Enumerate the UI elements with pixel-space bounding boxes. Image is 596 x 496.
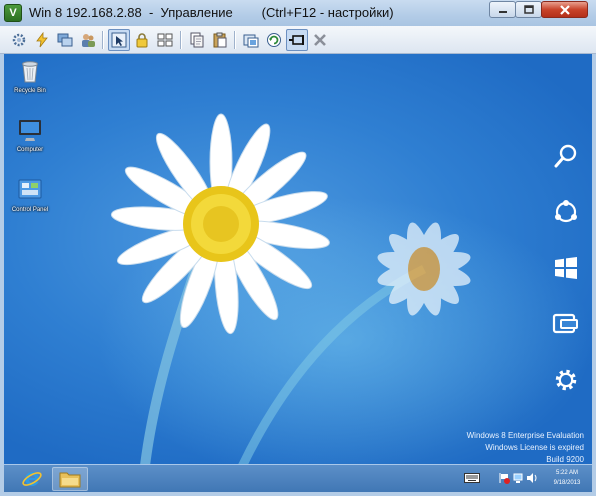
- keys-button[interactable]: [154, 29, 176, 51]
- watermark-license: Windows License is expired: [485, 443, 584, 452]
- power-button[interactable]: [31, 29, 53, 51]
- paste-icon: [213, 32, 227, 48]
- wallpaper-daisy: [110, 113, 471, 464]
- close-icon: [559, 4, 570, 15]
- volume-icon: [527, 473, 537, 483]
- desktop-icon-control-panel[interactable]: Control Panel: [4, 177, 56, 213]
- settings-gear-icon: [12, 33, 26, 47]
- lock-icon: [136, 33, 148, 48]
- viewer-toolbar: [0, 26, 596, 54]
- internet-explorer-icon: [22, 471, 42, 486]
- keyboard-tray[interactable]: [464, 472, 480, 484]
- users-button[interactable]: [77, 29, 99, 51]
- share-icon: [555, 200, 577, 223]
- windows-stack-icon: [57, 33, 73, 47]
- desktop-icon-label: Recycle Bin: [14, 88, 46, 94]
- power-bolt-icon: [36, 32, 48, 48]
- window-titlebar[interactable]: V Win 8 192.168.2.88 - Управление (Ctrl+…: [0, 0, 596, 27]
- computer-icon: [19, 120, 41, 141]
- recycle-bin-icon: [22, 61, 38, 83]
- devices-icon: [552, 313, 578, 334]
- start-icon: [555, 257, 577, 279]
- window-frame-bottom: [0, 492, 596, 496]
- clock-date: 9/18/2013: [553, 480, 581, 486]
- windows-button[interactable]: [54, 29, 76, 51]
- pointer-control-button[interactable]: [108, 29, 130, 51]
- taskbar-internet-explorer[interactable]: [14, 467, 50, 491]
- copy-button[interactable]: [186, 29, 208, 51]
- action-center-tray[interactable]: [498, 472, 510, 484]
- window-title: Win 8 192.168.2.88 - Управление (Ctrl+F1…: [29, 5, 394, 20]
- watermark-edition: Windows 8 Enterprise Evaluation: [466, 431, 584, 440]
- control-panel-icon: [18, 179, 42, 199]
- paste-button[interactable]: [209, 29, 231, 51]
- minimize-button[interactable]: [489, 1, 516, 18]
- maximize-button[interactable]: [515, 1, 542, 18]
- volume-tray[interactable]: [526, 472, 538, 484]
- window-frame-left: [0, 54, 4, 492]
- keys-icon: [157, 33, 173, 47]
- desktop-icon-label: Control Panel: [11, 207, 49, 213]
- charm-devices[interactable]: [550, 308, 582, 340]
- keyboard-icon: [464, 473, 480, 483]
- file-explorer-icon: [59, 472, 81, 488]
- network-icon: [513, 473, 523, 483]
- disconnect-button[interactable]: [309, 29, 331, 51]
- taskbar-clock[interactable]: 5:22 AM 9/18/2013: [538, 468, 596, 488]
- window-frame-right: [592, 54, 596, 492]
- pin-toolbar-button[interactable]: [286, 29, 308, 51]
- charm-settings[interactable]: [550, 364, 582, 396]
- charm-share[interactable]: [550, 196, 582, 228]
- clock-time: 5:22 AM: [555, 470, 578, 476]
- desktop-icon-recycle-bin[interactable]: Recycle Bin: [4, 58, 56, 94]
- maximize-icon: [523, 5, 534, 14]
- pin-icon: [289, 35, 304, 45]
- charm-start[interactable]: [550, 252, 582, 284]
- app-icon[interactable]: V: [4, 4, 22, 22]
- settings-icon: [555, 369, 577, 391]
- desktop-icon-computer[interactable]: Computer: [4, 117, 56, 153]
- lock-button[interactable]: [131, 29, 153, 51]
- screenshot-button[interactable]: [240, 29, 262, 51]
- watermark-build: Build 9200: [546, 455, 584, 464]
- charm-search[interactable]: [550, 140, 582, 172]
- users-icon: [82, 34, 95, 47]
- pointer-control-icon: [111, 32, 127, 48]
- refresh-button[interactable]: [263, 29, 285, 51]
- copy-icon: [190, 32, 204, 48]
- network-tray[interactable]: [512, 472, 524, 484]
- desktop-icon-label: Computer: [16, 147, 44, 153]
- flag-icon: [499, 473, 510, 484]
- close-x-icon: [314, 34, 326, 46]
- search-icon: [554, 144, 577, 168]
- refresh-icon: [267, 33, 281, 47]
- remote-desktop[interactable]: Recycle Bin Computer Control Panel Windo…: [4, 54, 592, 464]
- close-button[interactable]: [541, 1, 588, 18]
- taskbar: 5:22 AM 9/18/2013: [4, 464, 592, 493]
- settings-gear-button[interactable]: [8, 29, 30, 51]
- minimize-icon: [498, 10, 507, 13]
- screenshot-icon: [243, 34, 259, 48]
- taskbar-file-explorer[interactable]: [52, 467, 88, 491]
